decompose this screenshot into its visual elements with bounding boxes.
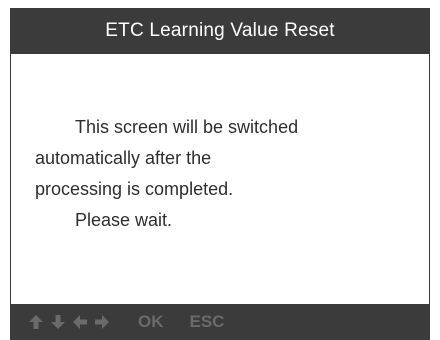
arrow-down-icon[interactable] xyxy=(50,314,66,330)
title-bar: ETC Learning Value Reset xyxy=(10,8,430,54)
arrow-left-icon[interactable] xyxy=(72,314,88,330)
message-line-4: Please wait. xyxy=(75,210,173,230)
esc-button[interactable]: ESC xyxy=(190,312,225,332)
navigation-keys xyxy=(28,314,110,330)
screen: ETC Learning Value Reset This screen wil… xyxy=(0,0,440,340)
status-message: This screen will be switched automatical… xyxy=(35,112,298,236)
arrow-right-icon[interactable] xyxy=(94,314,110,330)
message-line-2: automatically after the xyxy=(35,148,212,168)
message-line-3: processing is completed. xyxy=(35,179,234,199)
content-area: This screen will be switched automatical… xyxy=(10,54,430,304)
page-title: ETC Learning Value Reset xyxy=(105,20,335,41)
footer-bar: OK ESC xyxy=(10,304,430,340)
ok-button[interactable]: OK xyxy=(138,312,164,332)
message-line-1: This screen will be switched xyxy=(75,117,299,137)
arrow-up-icon[interactable] xyxy=(28,314,44,330)
